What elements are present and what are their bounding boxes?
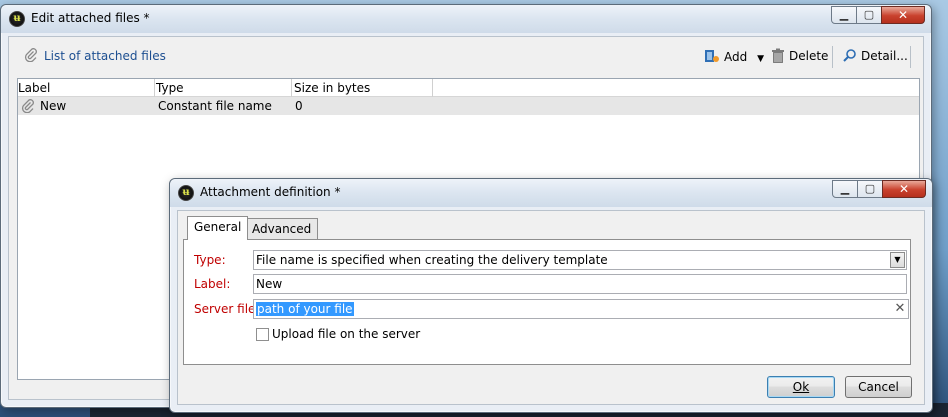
column-header-label[interactable]: Label bbox=[18, 81, 50, 95]
type-select-value: File name is specified when creating the… bbox=[256, 253, 608, 267]
add-button-label: Add bbox=[724, 50, 748, 64]
server-file-label: Server file: bbox=[194, 302, 260, 316]
close-button[interactable]: ✕ bbox=[882, 180, 926, 198]
row-label: New bbox=[40, 99, 67, 113]
label-input[interactable]: New bbox=[253, 274, 907, 294]
list-title-label: List of attached files bbox=[44, 49, 166, 63]
close-button[interactable]: ✕ bbox=[881, 6, 925, 24]
type-select[interactable]: File name is specified when creating the… bbox=[253, 250, 907, 270]
column-divider[interactable] bbox=[432, 79, 433, 97]
attached-files-toolbar: List of attached files Add ▼ Delete Deta… bbox=[8, 42, 920, 72]
column-divider[interactable] bbox=[291, 79, 292, 97]
detail-button-label: Detail... bbox=[861, 49, 908, 63]
chevron-down-icon[interactable]: ▼ bbox=[890, 252, 905, 268]
close-icon: ✕ bbox=[898, 182, 910, 196]
trash-icon bbox=[772, 48, 784, 63]
label-label: Label: bbox=[194, 277, 231, 291]
dialog-caption-buttons: ▁ ▢ ✕ bbox=[832, 180, 926, 200]
maximize-icon: ▢ bbox=[863, 8, 875, 21]
column-header-type[interactable]: Type bbox=[156, 81, 184, 95]
toolbar-separator bbox=[910, 46, 911, 68]
dialog-titlebar[interactable]: ʉ Attachment definition * ▁ ▢ ✕ bbox=[170, 179, 932, 207]
clear-icon[interactable]: ✕ bbox=[894, 300, 906, 318]
chevron-down-icon[interactable]: ▼ bbox=[757, 54, 764, 64]
maximize-icon: ▢ bbox=[864, 182, 876, 195]
column-header-size[interactable]: Size in bytes bbox=[294, 81, 370, 95]
app-logo-icon: ʉ bbox=[9, 11, 25, 27]
table-header: Label Type Size in bytes bbox=[18, 79, 919, 97]
main-titlebar[interactable]: ʉ Edit attached files * ▁ ▢ ✕ bbox=[1, 5, 931, 33]
tab-general[interactable]: General bbox=[187, 216, 249, 240]
paperclip-icon bbox=[24, 48, 37, 62]
minimize-icon: ▁ bbox=[839, 8, 849, 21]
main-window-title: Edit attached files * bbox=[31, 11, 150, 25]
add-button[interactable]: Add ▼ bbox=[704, 48, 764, 64]
tab-advanced[interactable]: Advanced bbox=[245, 218, 319, 240]
upload-file-label[interactable]: Upload file on the server bbox=[272, 327, 420, 341]
server-file-input-value: path of your file bbox=[256, 302, 354, 316]
paperclip-icon bbox=[21, 99, 34, 113]
type-label: Type: bbox=[194, 253, 226, 267]
ok-button-label: Ok bbox=[792, 380, 810, 394]
maximize-button[interactable]: ▢ bbox=[857, 180, 883, 198]
column-divider[interactable] bbox=[154, 79, 155, 97]
minimize-button[interactable]: ▁ bbox=[832, 180, 858, 198]
upload-file-checkbox[interactable] bbox=[256, 328, 269, 341]
table-row[interactable]: New Constant file name 0 bbox=[18, 97, 919, 115]
magnifier-icon bbox=[843, 49, 856, 62]
main-caption-buttons: ▁ ▢ ✕ bbox=[831, 6, 925, 26]
minimize-icon: ▁ bbox=[840, 182, 850, 195]
cancel-button[interactable]: Cancel bbox=[845, 376, 912, 398]
server-file-input[interactable]: path of your file ✕ bbox=[253, 299, 909, 319]
delete-button[interactable]: Delete bbox=[771, 48, 828, 63]
detail-button[interactable]: Detail... bbox=[843, 48, 908, 63]
delete-button-label: Delete bbox=[789, 49, 829, 63]
close-icon: ✕ bbox=[897, 8, 909, 22]
maximize-button[interactable]: ▢ bbox=[856, 6, 882, 24]
cancel-button-label: Cancel bbox=[858, 380, 899, 394]
minimize-button[interactable]: ▁ bbox=[831, 6, 857, 24]
label-input-value: New bbox=[256, 277, 283, 291]
ok-button[interactable]: Ok bbox=[767, 376, 835, 398]
row-type: Constant file name bbox=[158, 99, 272, 113]
toolbar-separator bbox=[832, 46, 833, 68]
add-icon bbox=[705, 50, 719, 62]
dialog-title: Attachment definition * bbox=[200, 185, 341, 199]
list-title: List of attached files bbox=[24, 48, 166, 63]
row-size: 0 bbox=[295, 99, 303, 113]
app-logo-icon: ʉ bbox=[178, 185, 194, 201]
